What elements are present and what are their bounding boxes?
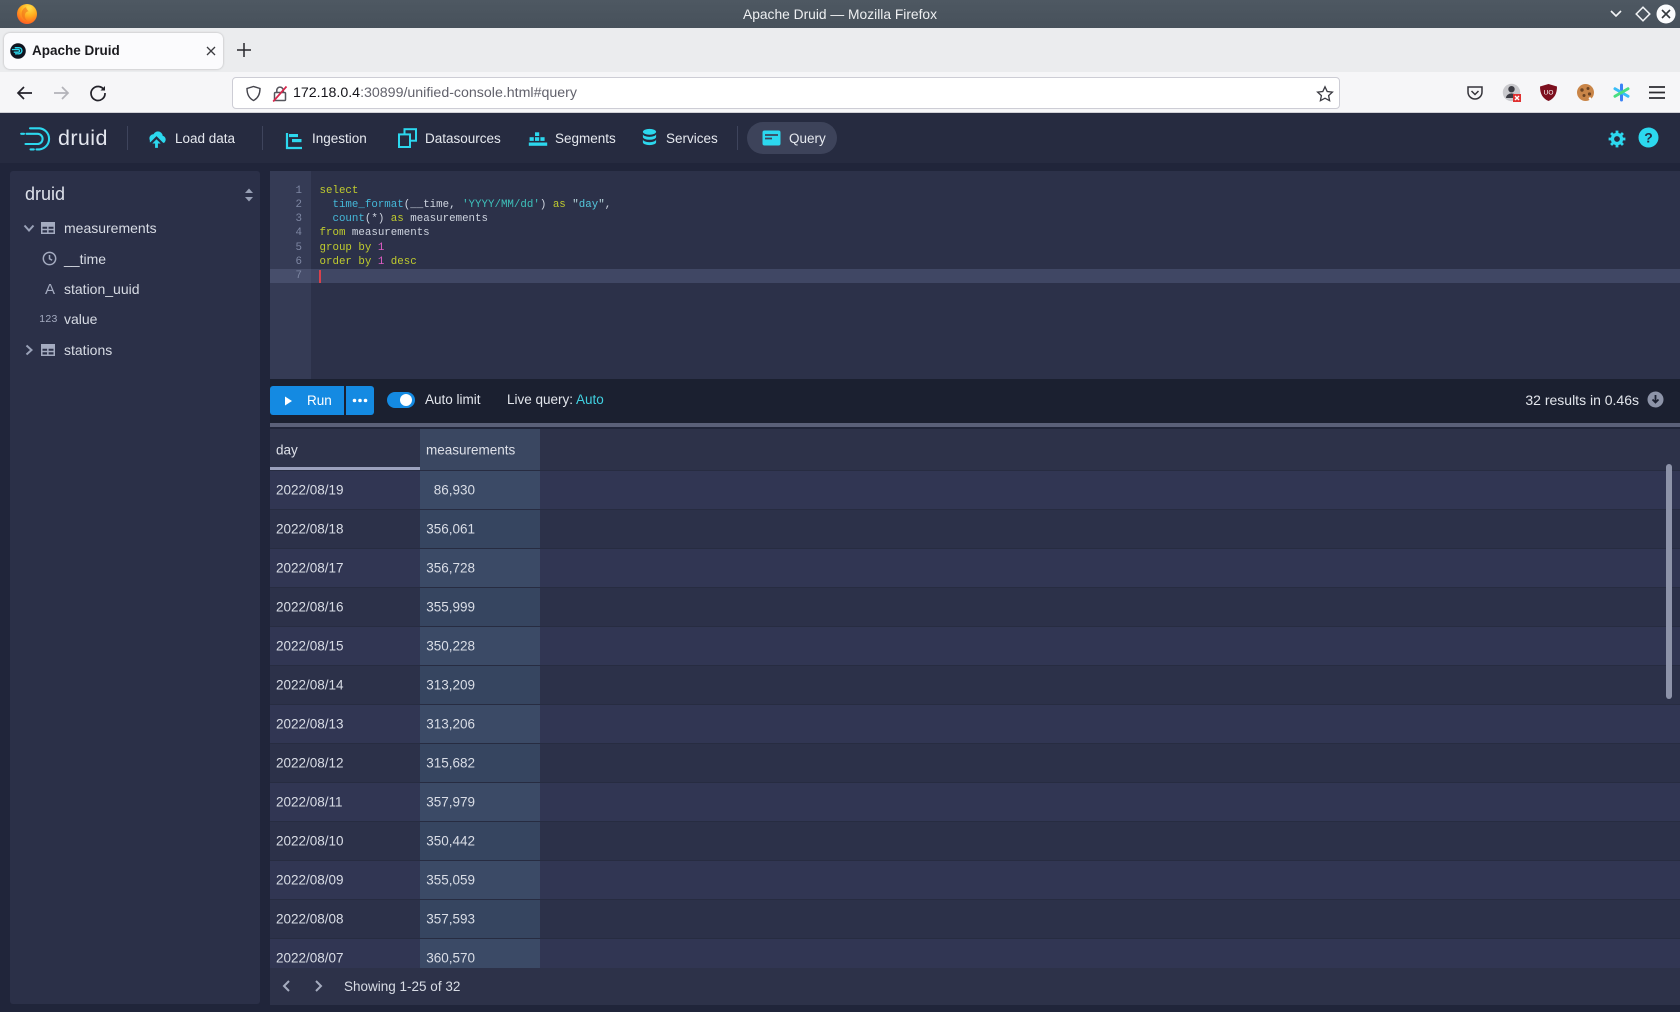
svg-text:?: ? [1644,130,1653,146]
svg-text:UO: UO [1544,90,1554,97]
